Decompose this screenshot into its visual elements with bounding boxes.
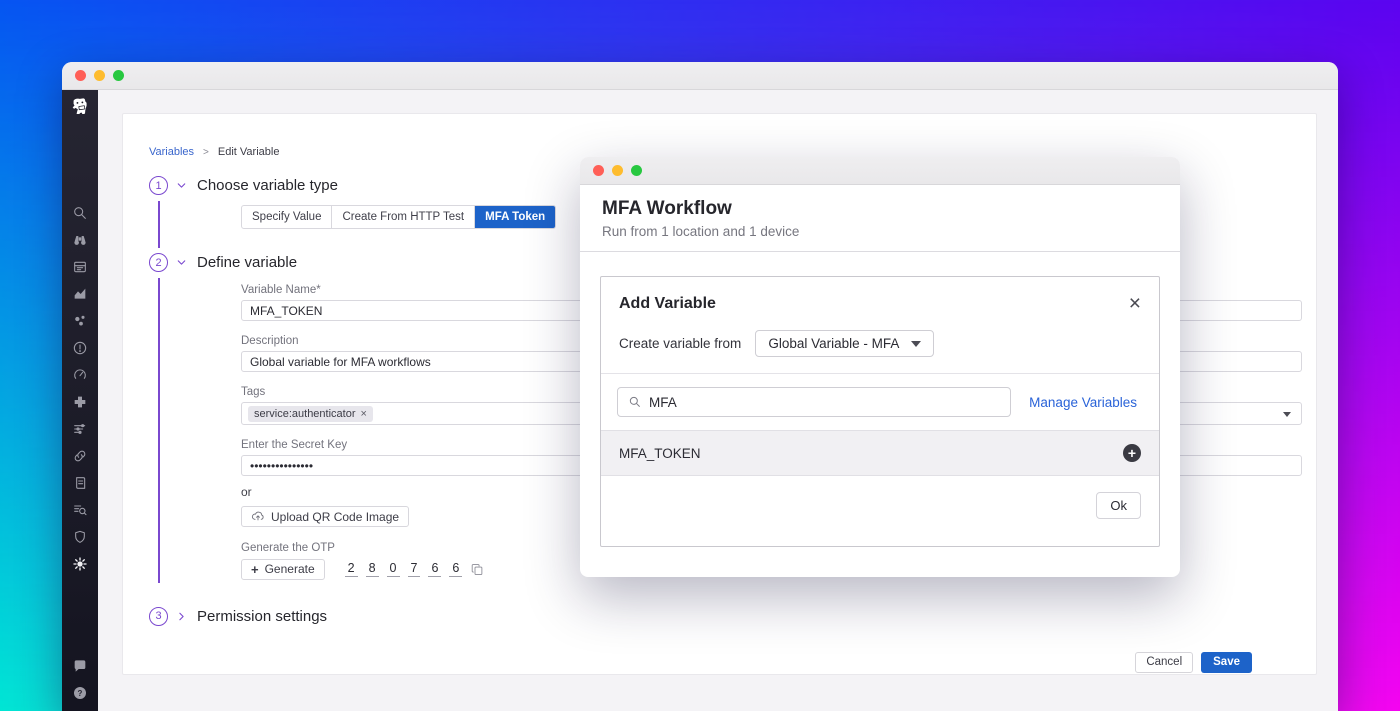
security-shield-icon[interactable]: [72, 529, 88, 545]
variable-search-box[interactable]: [617, 387, 1011, 417]
chevron-down-icon[interactable]: [175, 179, 188, 197]
variable-search-input[interactable]: [649, 394, 1000, 410]
tab-create-from-http-test[interactable]: Create From HTTP Test: [332, 206, 476, 228]
step-connector: [158, 201, 160, 248]
add-variable-title: Add Variable: [619, 295, 716, 312]
step-1-number: 1: [149, 176, 168, 195]
apm-gauge-icon[interactable]: [72, 367, 88, 383]
step-permission-settings: 3 Permission settings: [149, 606, 1316, 628]
modal-subtitle: Run from 1 location and 1 device: [602, 224, 800, 239]
traffic-lights: [75, 70, 124, 81]
chevron-down-icon[interactable]: [175, 256, 188, 274]
tag-text: service:authenticator: [254, 407, 356, 420]
otp-digit: 6: [428, 561, 442, 577]
step-3-title: Permission settings: [197, 607, 328, 625]
add-variable-card: Add Variable × Create variable from Glob…: [600, 276, 1160, 547]
search-icon[interactable]: [72, 205, 88, 221]
step-2-number: 2: [149, 253, 168, 272]
create-variable-from-label: Create variable from: [619, 336, 742, 351]
watchdog-binoculars-icon[interactable]: [72, 232, 88, 248]
mfa-workflow-window: MFA Workflow Run from 1 location and 1 d…: [580, 157, 1180, 577]
tag-pill: service:authenticator ×: [248, 405, 373, 422]
tab-mfa-token[interactable]: MFA Token: [475, 206, 556, 228]
browser-window: ? Variables > Edit Variable 1 Choose var…: [62, 62, 1338, 711]
tags-dropdown-caret-icon[interactable]: [1283, 412, 1291, 417]
cancel-button[interactable]: Cancel: [1135, 651, 1194, 673]
dropdown-value: Global Variable - MFA: [768, 336, 900, 351]
modal-titlebar: [580, 157, 1180, 185]
step-2-title: Define variable: [197, 254, 298, 271]
close-icon[interactable]: ×: [1129, 293, 1141, 314]
sidebar-nav: [72, 205, 88, 572]
zoom-window-button[interactable]: [631, 165, 642, 176]
app-sidebar: ?: [62, 90, 98, 711]
log-explorer-search-icon[interactable]: [72, 502, 88, 518]
otp-digit: 7: [407, 561, 421, 577]
modal-header: MFA Workflow Run from 1 location and 1 d…: [580, 185, 1180, 252]
chevron-down-icon: [911, 340, 922, 347]
save-button[interactable]: Save: [1201, 651, 1252, 673]
breadcrumb-separator: >: [203, 146, 209, 158]
datadog-logo-icon[interactable]: [67, 95, 93, 121]
infrastructure-dots-icon[interactable]: [72, 313, 88, 329]
integrations-block-icon[interactable]: [72, 394, 88, 410]
copy-icon[interactable]: [470, 562, 485, 577]
service-map-link-icon[interactable]: [72, 448, 88, 464]
minimize-window-button[interactable]: [94, 70, 105, 81]
variable-type-tabs: Specify Value Create From HTTP Test MFA …: [241, 205, 557, 229]
logs-notebook-icon[interactable]: [72, 475, 88, 491]
minimize-window-button[interactable]: [612, 165, 623, 176]
generate-button[interactable]: + Generate: [241, 558, 325, 580]
tag-remove-icon[interactable]: ×: [361, 408, 367, 420]
help-icon[interactable]: ?: [72, 685, 88, 701]
modal-traffic-lights: [593, 165, 642, 176]
support-chat-icon[interactable]: [72, 658, 88, 674]
upload-qr-code-label: Upload QR Code Image: [271, 509, 400, 524]
plus-icon: +: [251, 561, 259, 577]
step-1-title: Choose variable type: [197, 177, 338, 194]
breadcrumb-current: Edit Variable: [217, 146, 280, 158]
main-page: Variables > Edit Variable 1 Choose varia…: [98, 90, 1338, 711]
otp-digit: 2: [344, 561, 358, 577]
zoom-window-button[interactable]: [113, 70, 124, 81]
otp-digit: 0: [386, 561, 400, 577]
generate-label: Generate: [264, 562, 315, 576]
events-board-icon[interactable]: [72, 259, 88, 275]
metrics-chart-icon[interactable]: [72, 286, 88, 302]
svg-text:?: ?: [78, 689, 83, 698]
variable-result-name: MFA_TOKEN: [619, 445, 701, 461]
close-window-button[interactable]: [593, 165, 604, 176]
upload-cloud-icon: [251, 510, 265, 524]
add-plus-icon[interactable]: +: [1123, 444, 1141, 462]
otp-digits: 2 8 0 7 6 6: [344, 561, 463, 577]
otp-digit: 8: [365, 561, 379, 577]
variable-source-dropdown[interactable]: Global Variable - MFA: [755, 330, 935, 357]
sidebar-bottom: ?: [72, 658, 88, 711]
step-3-number: 3: [149, 606, 168, 626]
chevron-right-icon[interactable]: [175, 610, 188, 628]
upload-qr-code-button[interactable]: Upload QR Code Image: [241, 506, 410, 527]
synthetics-gear-icon[interactable]: [72, 556, 88, 572]
breadcrumb-variables-link[interactable]: Variables: [149, 146, 194, 158]
modal-title: MFA Workflow: [602, 198, 732, 219]
search-icon: [628, 395, 642, 409]
ok-button[interactable]: Ok: [1096, 492, 1141, 519]
monitors-alert-icon[interactable]: [72, 340, 88, 356]
tab-specify-value[interactable]: Specify Value: [242, 206, 333, 228]
step-connector: [158, 278, 160, 583]
manage-variables-link[interactable]: Manage Variables: [1029, 395, 1137, 410]
window-titlebar: [62, 62, 1338, 90]
otp-digit: 6: [449, 561, 463, 577]
variable-result-row[interactable]: MFA_TOKEN +: [601, 430, 1159, 476]
traces-filter-icon[interactable]: [72, 421, 88, 437]
panel-footer: Cancel Save: [149, 651, 1316, 673]
close-window-button[interactable]: [75, 70, 86, 81]
